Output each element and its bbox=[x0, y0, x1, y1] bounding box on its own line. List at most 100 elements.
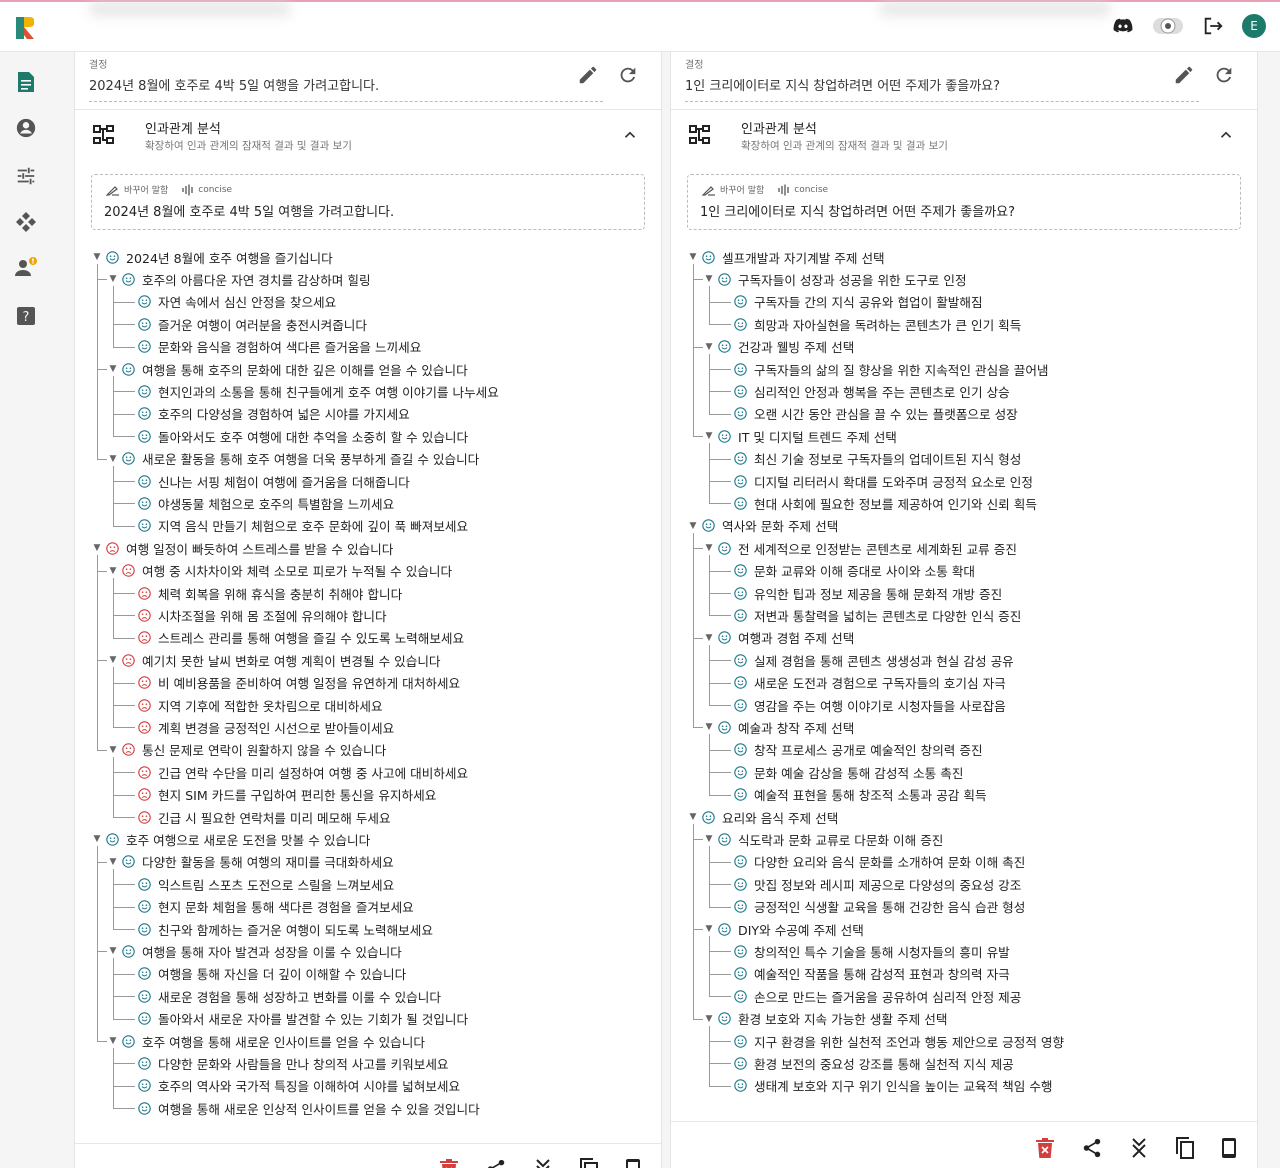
tree-leaf-node[interactable]: 환경 보전의 중요성 강조를 통해 실천적 지식 제공 bbox=[719, 1052, 1014, 1074]
caret-down-icon[interactable]: ▼ bbox=[687, 521, 699, 531]
caret-down-icon[interactable]: ▼ bbox=[703, 722, 715, 732]
tree-node[interactable]: ▼ 셀프개발과 자기계발 주제 선택 bbox=[687, 246, 885, 268]
tree-leaf-node[interactable]: 다양한 요리와 음식 문화를 소개하여 문화 이해 촉진 bbox=[719, 851, 1025, 873]
tree-leaf-node[interactable]: 다양한 문화와 사람들을 만나 창의적 사고를 키워보세요 bbox=[123, 1052, 449, 1074]
caret-down-icon[interactable]: ▼ bbox=[107, 364, 119, 374]
chevron-up-icon[interactable] bbox=[1217, 126, 1235, 144]
decision-field[interactable]: 결정 2024년 8월에 호주로 4박 5일 여행을 가려고합니다. bbox=[89, 56, 603, 102]
theme-toggle-icon[interactable] bbox=[1152, 15, 1184, 37]
tree-leaf-node[interactable]: 유익한 팁과 정보 제공을 통해 문화적 개방 증진 bbox=[719, 582, 1002, 604]
tree-leaf-node[interactable]: 구독자들 간의 지식 공유와 협업이 활발해짐 bbox=[719, 291, 983, 313]
copy-icon[interactable] bbox=[579, 1158, 599, 1168]
refresh-icon[interactable] bbox=[617, 64, 639, 86]
tree-node[interactable]: ▼ 여행을 통해 호주의 문화에 대한 깊은 이해를 얻을 수 있습니다 bbox=[107, 358, 468, 380]
collapse-all-icon[interactable] bbox=[1129, 1137, 1149, 1159]
tree-leaf-node[interactable]: 익스트림 스포츠 도전으로 스릴을 느껴보세요 bbox=[123, 873, 394, 895]
decision-field[interactable]: 결정 1인 크리에이터로 지식 창업하려면 어떤 주제가 좋을까요? bbox=[685, 56, 1199, 102]
tree-node[interactable]: ▼ 역사와 문화 주제 선택 bbox=[687, 515, 839, 537]
tree-leaf-node[interactable]: 시차조절을 위해 몸 조절에 유의해야 합니다 bbox=[123, 604, 387, 626]
caret-down-icon[interactable]: ▼ bbox=[107, 566, 119, 576]
discord-icon[interactable] bbox=[1112, 15, 1134, 37]
edit-icon[interactable] bbox=[577, 64, 599, 86]
copy-icon[interactable] bbox=[1175, 1137, 1195, 1159]
tree-node[interactable]: ▼ 여행 일정이 빠듯하여 스트레스를 받을 수 있습니다 bbox=[91, 537, 394, 559]
caret-down-icon[interactable]: ▼ bbox=[703, 274, 715, 284]
tree-node[interactable]: ▼ 통신 문제로 연락이 원활하지 않을 수 있습니다 bbox=[107, 739, 387, 761]
tree-leaf-node[interactable]: 희망과 자아실현을 독려하는 콘텐츠가 큰 인기 획득 bbox=[719, 313, 1021, 335]
tree-leaf-node[interactable]: 비 예비용품을 준비하여 여행 일정을 유연하게 대처하세요 bbox=[123, 672, 460, 694]
tree-node[interactable]: ▼ 예술과 창작 주제 선택 bbox=[703, 716, 855, 738]
tree-leaf-node[interactable]: 저변과 통찰력을 넓히는 콘텐츠로 다양한 인식 증진 bbox=[719, 604, 1021, 626]
tree-leaf-node[interactable]: 구독자들의 삶의 질 향상을 위한 지속적인 관심을 끌어냄 bbox=[719, 358, 1049, 380]
caret-down-icon[interactable]: ▼ bbox=[107, 274, 119, 284]
tree-leaf-node[interactable]: 최신 기술 정보로 구독자들의 업데이트된 지식 형성 bbox=[719, 448, 1021, 470]
delete-icon[interactable] bbox=[1035, 1137, 1055, 1159]
delete-icon[interactable] bbox=[439, 1158, 459, 1168]
caret-down-icon[interactable]: ▼ bbox=[687, 252, 699, 262]
tree-leaf-node[interactable]: 즐거운 여행이 여러분을 충전시켜줍니다 bbox=[123, 313, 367, 335]
share-icon[interactable] bbox=[485, 1158, 507, 1168]
tree-node[interactable]: ▼ 다양한 활동을 통해 여행의 재미를 극대화하세요 bbox=[107, 851, 394, 873]
tree-leaf-node[interactable]: 현대 사회에 필요한 정보를 제공하여 인기와 신뢰 획득 bbox=[719, 492, 1037, 514]
caret-down-icon[interactable]: ▼ bbox=[703, 924, 715, 934]
chevron-up-icon[interactable] bbox=[621, 126, 639, 144]
caret-down-icon[interactable]: ▼ bbox=[91, 834, 103, 844]
tree-node[interactable]: ▼ 호주 여행으로 새로운 도전을 맛볼 수 있습니다 bbox=[91, 828, 371, 850]
caret-down-icon[interactable]: ▼ bbox=[107, 1036, 119, 1046]
caret-down-icon[interactable]: ▼ bbox=[91, 252, 103, 262]
tree-node[interactable]: ▼ 구독자들이 성장과 성공을 위한 도구로 인정 bbox=[703, 268, 967, 290]
tree-leaf-node[interactable]: 지역 음식 만들기 체험으로 호주 문화에 깊이 푹 빠져보세요 bbox=[123, 515, 468, 537]
tree-node[interactable]: ▼ 전 세계적으로 인정받는 콘텐츠로 세계화된 교류 증진 bbox=[703, 537, 1017, 559]
sidebar-item-document[interactable] bbox=[14, 70, 38, 94]
tree-leaf-node[interactable]: 디지털 리터러시 확대를 도와주며 긍정적 요소로 인정 bbox=[719, 470, 1033, 492]
caret-down-icon[interactable]: ▼ bbox=[703, 342, 715, 352]
tree-leaf-node[interactable]: 예술적인 작품을 통해 감성적 표현과 창의력 자극 bbox=[719, 963, 1010, 985]
tree-leaf-node[interactable]: 지역 기후에 적합한 옷차림으로 대비하세요 bbox=[123, 694, 383, 716]
tree-node[interactable]: ▼ 여행 중 시차차이와 체력 소모로 피로가 누적될 수 있습니다 bbox=[107, 560, 453, 582]
tree-leaf-node[interactable]: 호주의 다양성을 경험하여 넓은 시야를 가지세요 bbox=[123, 403, 410, 425]
tree-leaf-node[interactable]: 신나는 서핑 체험이 여행에 즐거움을 더해줍니다 bbox=[123, 470, 410, 492]
tree-node[interactable]: ▼ 호주 여행을 통해 새로운 인사이트를 얻을 수 있습니다 bbox=[107, 1030, 425, 1052]
tree-node[interactable]: ▼ 호주의 아름다운 자연 경치를 감상하며 힐링 bbox=[107, 268, 371, 290]
caret-down-icon[interactable]: ▼ bbox=[687, 812, 699, 822]
sidebar-item-help[interactable]: ? bbox=[14, 304, 38, 328]
tree-leaf-node[interactable]: 생태계 보호와 지구 위기 인식을 높이는 교육적 책임 수행 bbox=[719, 1075, 1053, 1097]
sidebar-item-account[interactable] bbox=[14, 116, 38, 140]
refresh-icon[interactable] bbox=[1213, 64, 1235, 86]
tree-leaf-node[interactable]: 스트레스 관리를 통해 여행을 즐길 수 있도록 노력해보세요 bbox=[123, 627, 464, 649]
logout-icon[interactable] bbox=[1202, 15, 1224, 37]
app-logo-icon[interactable] bbox=[16, 17, 34, 39]
tree-node[interactable]: ▼ 예기치 못한 날씨 변화로 여행 계획이 변경될 수 있습니다 bbox=[107, 649, 441, 671]
caret-down-icon[interactable]: ▼ bbox=[703, 834, 715, 844]
tree-leaf-node[interactable]: 문화 예술 감상을 통해 감성적 소통 촉진 bbox=[719, 761, 963, 783]
tree-leaf-node[interactable]: 문화 교류와 이해 증대로 사이와 소통 확대 bbox=[719, 560, 975, 582]
tree-leaf-node[interactable]: 여행을 통해 새로운 인상적 인사이트를 얻을 수 있을 것입니다 bbox=[123, 1097, 480, 1119]
tree-leaf-node[interactable]: 실제 경험을 통해 콘텐츠 생생성과 현실 감성 공유 bbox=[719, 649, 1014, 671]
tree-leaf-node[interactable]: 현지 SIM 카드를 구입하여 편리한 통신을 유지하세요 bbox=[123, 784, 436, 806]
causal-analysis-header[interactable]: 인과관계 분석 확장하여 인과 관계의 잠재적 결과 및 결과 보기 bbox=[671, 112, 1257, 160]
caret-down-icon[interactable]: ▼ bbox=[91, 543, 103, 553]
tree-leaf-node[interactable]: 돌아와서 새로운 자아를 발견할 수 있는 기회가 될 것입니다 bbox=[123, 1008, 468, 1030]
sidebar-item-user-alert[interactable] bbox=[14, 256, 38, 280]
tree-leaf-node[interactable]: 긴급 시 필요한 연락처를 미리 메모해 두세요 bbox=[123, 806, 391, 828]
caret-down-icon[interactable]: ▼ bbox=[703, 431, 715, 441]
caret-down-icon[interactable]: ▼ bbox=[107, 655, 119, 665]
tree-leaf-node[interactable]: 현지인과의 소통을 통해 친구들에게 호주 여행 이야기를 나누세요 bbox=[123, 380, 499, 402]
tree-node[interactable]: ▼ 2024년 8월에 호주 여행을 즐기십니다 bbox=[91, 246, 333, 268]
tree-leaf-node[interactable]: 친구와 함께하는 즐거운 여행이 되도록 노력해보세요 bbox=[123, 918, 433, 940]
share-icon[interactable] bbox=[1081, 1137, 1103, 1159]
tree-leaf-node[interactable]: 오랜 시간 동안 관심을 끌 수 있는 플랫폼으로 성장 bbox=[719, 403, 1018, 425]
tree-leaf-node[interactable]: 창의적인 특수 기술을 통해 시청자들의 흥미 유발 bbox=[719, 940, 1010, 962]
tree-node[interactable]: ▼ 여행과 경험 주제 선택 bbox=[703, 627, 855, 649]
tree-leaf-node[interactable]: 자연 속에서 심신 안정을 찾으세요 bbox=[123, 291, 336, 313]
causal-analysis-header[interactable]: 인과관계 분석 확장하여 인과 관계의 잠재적 결과 및 결과 보기 bbox=[75, 112, 661, 160]
tree-leaf-node[interactable]: 영감을 주는 여행 이야기로 시청자들을 사로잡음 bbox=[719, 694, 1006, 716]
tree-node[interactable]: ▼ 요리와 음식 주제 선택 bbox=[687, 806, 839, 828]
tree-node[interactable]: ▼ IT 및 디지털 트렌드 주제 선택 bbox=[703, 425, 897, 447]
tree-leaf-node[interactable]: 돌아와서도 호주 여행에 대한 추억을 소중히 할 수 있습니다 bbox=[123, 425, 468, 447]
caret-down-icon[interactable]: ▼ bbox=[703, 633, 715, 643]
tree-leaf-node[interactable]: 호주의 역사와 국가적 특징을 이해하여 시야를 넓혀보세요 bbox=[123, 1075, 460, 1097]
tree-node[interactable]: ▼ DIY와 수공예 주제 선택 bbox=[703, 918, 864, 940]
mobile-icon[interactable] bbox=[1221, 1137, 1237, 1159]
sidebar-item-settings[interactable] bbox=[14, 164, 38, 188]
